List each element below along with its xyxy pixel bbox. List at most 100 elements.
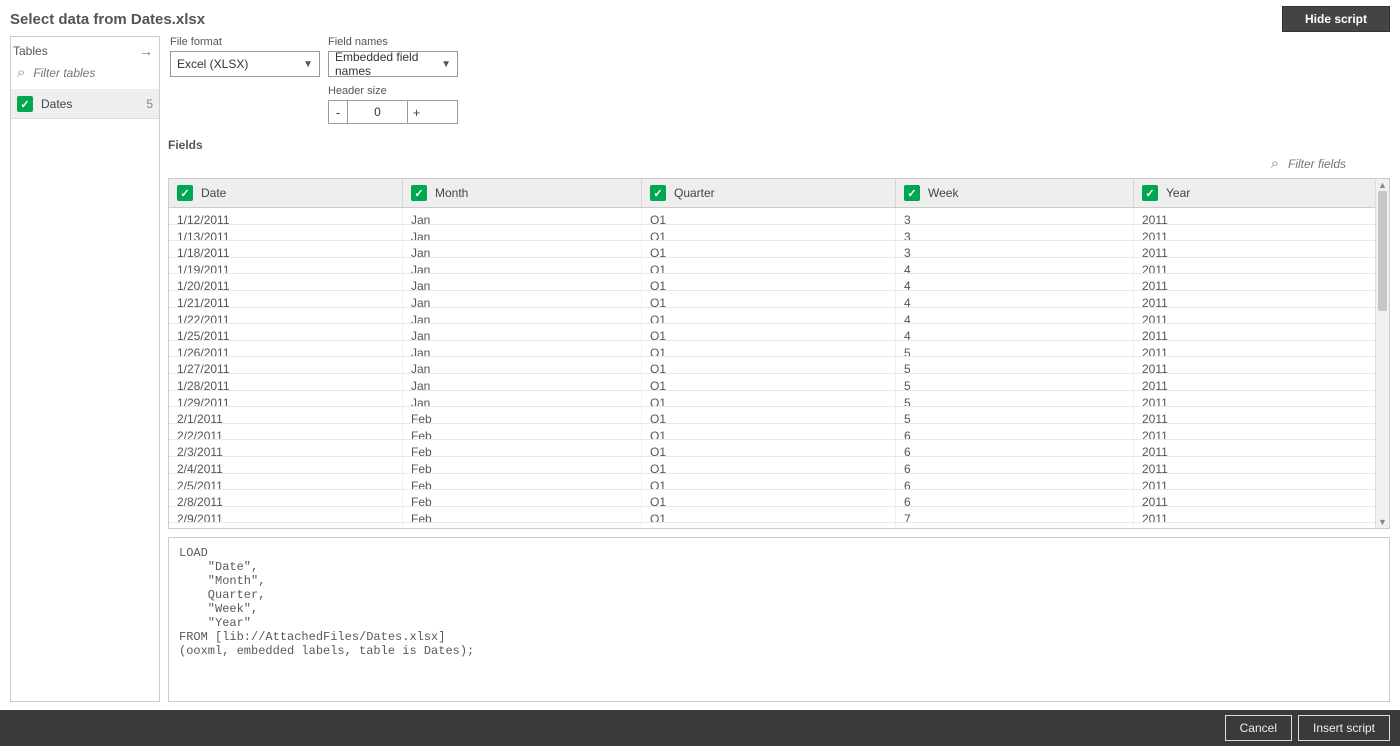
table-row[interactable]: 1/28/2011JanQ152011 [169, 374, 1389, 391]
column-header-month[interactable]: Month [403, 179, 642, 207]
scroll-down-icon[interactable]: ▼ [1376, 516, 1389, 528]
tables-filter [11, 61, 159, 90]
table-row[interactable]: 1/22/2011JanQ142011 [169, 308, 1389, 325]
cell-date: 1/22/2011 [169, 308, 403, 324]
table-row[interactable]: 1/12/2011JanQ132011 [169, 208, 1389, 225]
cell-quarter: Q1 [642, 523, 896, 528]
cell-year: 2011 [1134, 523, 1389, 528]
table-row[interactable]: 1/25/2011JanQ142011 [169, 324, 1389, 341]
checkbox-icon[interactable] [411, 185, 427, 201]
cell-month: Feb [403, 440, 642, 456]
table-row[interactable]: 2/10/2011FebQ172011 [169, 523, 1389, 528]
tables-filter-input[interactable] [31, 65, 155, 81]
expand-arrow-icon[interactable]: → [139, 43, 153, 59]
cell-week: 3 [896, 225, 1134, 241]
column-header-label: Year [1166, 186, 1190, 200]
header-size-plus-button[interactable]: + [407, 101, 425, 123]
tables-header-label: Tables [13, 44, 48, 58]
top-controls: File format Excel (XLSX) ▼ Field names E… [168, 36, 1390, 124]
cell-date: 1/13/2011 [169, 225, 403, 241]
header-size-minus-button[interactable]: - [329, 101, 347, 123]
column-header-year[interactable]: Year [1134, 179, 1389, 207]
cell-month: Jan [403, 324, 642, 340]
cell-month: Jan [403, 208, 642, 224]
cell-year: 2011 [1134, 324, 1389, 340]
file-format-dropdown[interactable]: Excel (XLSX) ▼ [170, 51, 320, 77]
cell-month: Feb [403, 424, 642, 440]
header-size-label: Header size [328, 85, 458, 97]
column-header-label: Month [435, 186, 468, 200]
cell-year: 2011 [1134, 357, 1389, 373]
fields-label: Fields [168, 138, 1390, 152]
table-item-dates[interactable]: Dates 5 [11, 90, 159, 119]
column-header-quarter[interactable]: Quarter [642, 179, 896, 207]
checkbox-icon[interactable] [177, 185, 193, 201]
tables-header: Tables → [11, 37, 159, 61]
cell-quarter: Q1 [642, 258, 896, 274]
cell-month: Jan [403, 391, 642, 407]
cell-year: 2011 [1134, 424, 1389, 440]
search-icon [15, 66, 27, 80]
script-preview[interactable]: LOAD "Date", "Month", Quarter, "Week", "… [168, 537, 1390, 702]
cell-quarter: Q1 [642, 407, 896, 423]
scrollbar-thumb[interactable] [1378, 191, 1387, 311]
table-row[interactable]: 2/1/2011FebQ152011 [169, 407, 1389, 424]
header-size-stepper: - 0 + [328, 100, 458, 124]
file-format-value: Excel (XLSX) [177, 57, 248, 71]
cell-date: 2/3/2011 [169, 440, 403, 456]
cell-quarter: Q1 [642, 274, 896, 290]
hide-script-button[interactable]: Hide script [1282, 6, 1390, 32]
cell-quarter: Q1 [642, 308, 896, 324]
table-row[interactable]: 1/20/2011JanQ142011 [169, 274, 1389, 291]
field-names-dropdown[interactable]: Embedded field names ▼ [328, 51, 458, 77]
checkbox-icon[interactable] [650, 185, 666, 201]
scroll-up-icon[interactable]: ▲ [1376, 179, 1389, 191]
cell-date: 1/21/2011 [169, 291, 403, 307]
table-row[interactable]: 1/26/2011JanQ152011 [169, 341, 1389, 358]
cell-week: 6 [896, 457, 1134, 473]
column-header-date[interactable]: Date [169, 179, 403, 207]
table-row[interactable]: 2/3/2011FebQ162011 [169, 440, 1389, 457]
table-row[interactable]: 1/13/2011JanQ132011 [169, 225, 1389, 242]
chevron-down-icon: ▼ [441, 59, 451, 70]
table-row[interactable]: 1/19/2011JanQ142011 [169, 258, 1389, 275]
checkbox-icon[interactable] [1142, 185, 1158, 201]
cell-date: 1/29/2011 [169, 391, 403, 407]
cell-week: 5 [896, 374, 1134, 390]
table-row[interactable]: 1/18/2011JanQ132011 [169, 241, 1389, 258]
cell-quarter: Q1 [642, 241, 896, 257]
table-row[interactable]: 2/8/2011FebQ162011 [169, 490, 1389, 507]
fields-grid: Date Month Quarter Week [168, 178, 1390, 529]
cell-year: 2011 [1134, 208, 1389, 224]
chevron-down-icon: ▼ [303, 59, 313, 70]
cancel-button[interactable]: Cancel [1225, 715, 1292, 741]
checkbox-icon[interactable] [17, 96, 33, 112]
column-header-week[interactable]: Week [896, 179, 1134, 207]
cell-quarter: Q1 [642, 341, 896, 357]
field-names-label: Field names [328, 36, 458, 48]
insert-script-button[interactable]: Insert script [1298, 715, 1390, 741]
fields-filter-input[interactable] [1286, 156, 1366, 172]
dialog-header: Select data from Dates.xlsx Hide script [0, 0, 1400, 36]
cell-date: 2/8/2011 [169, 490, 403, 506]
column-header-label: Week [928, 186, 958, 200]
table-row[interactable]: 2/2/2011FebQ162011 [169, 424, 1389, 441]
table-row[interactable]: 1/27/2011JanQ152011 [169, 357, 1389, 374]
table-row[interactable]: 2/4/2011FebQ162011 [169, 457, 1389, 474]
cell-date: 2/9/2011 [169, 507, 403, 523]
table-row[interactable]: 1/21/2011JanQ142011 [169, 291, 1389, 308]
cell-month: Jan [403, 291, 642, 307]
cell-date: 1/27/2011 [169, 357, 403, 373]
vertical-scrollbar[interactable]: ▲ ▼ [1375, 179, 1389, 528]
cell-quarter: Q1 [642, 225, 896, 241]
column-header-label: Quarter [674, 186, 715, 200]
table-row[interactable]: 2/5/2011FebQ162011 [169, 474, 1389, 491]
cell-year: 2011 [1134, 341, 1389, 357]
table-row[interactable]: 2/9/2011FebQ172011 [169, 507, 1389, 524]
cell-month: Feb [403, 474, 642, 490]
table-row[interactable]: 1/29/2011JanQ152011 [169, 391, 1389, 408]
cell-date: 2/5/2011 [169, 474, 403, 490]
cell-date: 1/19/2011 [169, 258, 403, 274]
checkbox-icon[interactable] [904, 185, 920, 201]
header-size-value: 0 [347, 101, 407, 123]
